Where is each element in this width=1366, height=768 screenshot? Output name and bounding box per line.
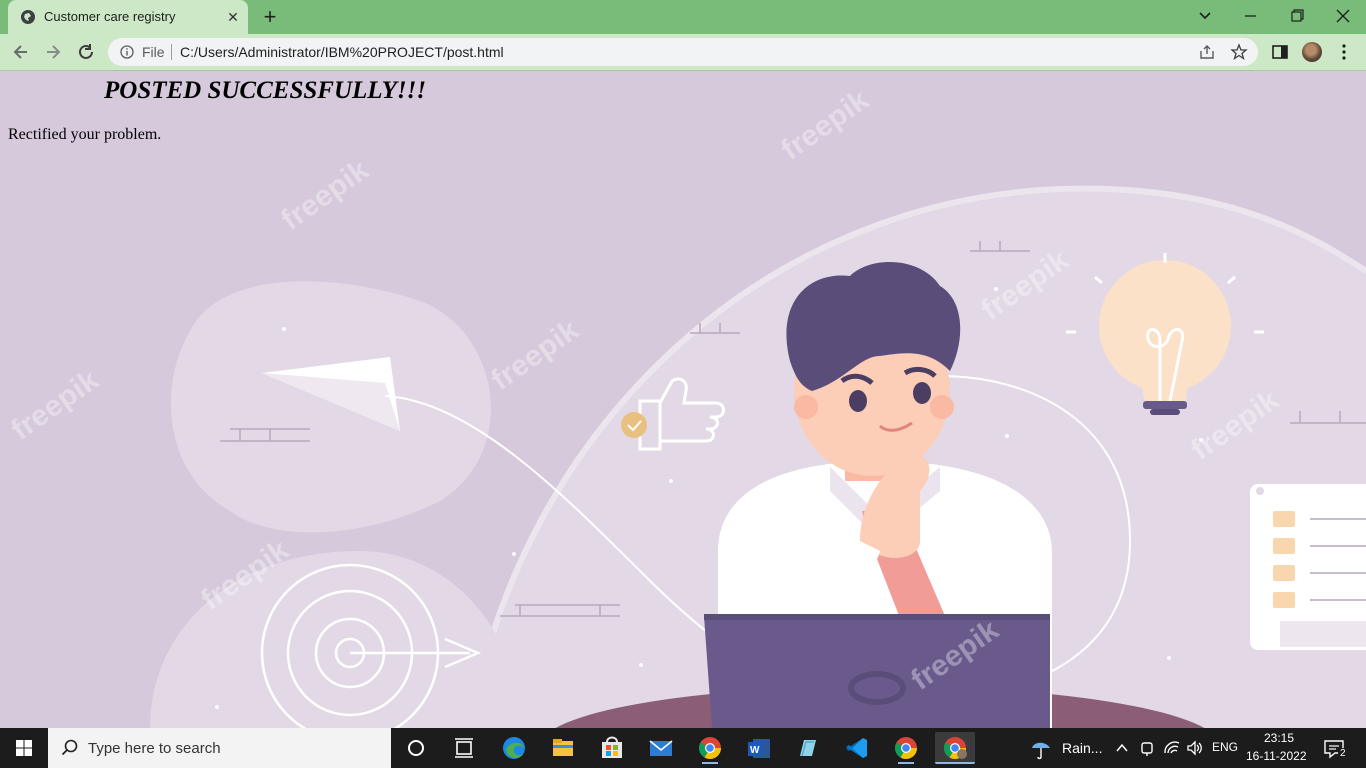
globe-icon — [21, 10, 35, 24]
tab-search-icon[interactable] — [1193, 6, 1217, 26]
chrome-profile-icon[interactable] — [935, 732, 975, 764]
back-arrow-icon[interactable] — [10, 41, 32, 63]
reload-icon[interactable] — [75, 41, 97, 63]
address-separator — [171, 44, 172, 60]
volume-icon[interactable] — [1186, 739, 1204, 757]
close-tab-icon[interactable]: ✕ — [224, 8, 242, 26]
taskbar-search[interactable]: Type here to search — [48, 728, 391, 768]
minimize-icon[interactable] — [1239, 6, 1263, 26]
chrome-icon[interactable] — [886, 732, 926, 764]
windows-start-icon[interactable] — [0, 728, 48, 768]
svg-text:W: W — [750, 745, 760, 756]
search-icon — [61, 739, 78, 756]
profile-avatar[interactable] — [1302, 42, 1322, 62]
address-url[interactable]: C:/Users/Administrator/IBM%20PROJECT/pos… — [180, 44, 504, 60]
vscode-icon[interactable] — [837, 732, 877, 764]
page-heading: POSTED SUCCESSFULLY!!! — [104, 77, 427, 104]
rain-weather-icon[interactable] — [1030, 738, 1054, 760]
clock-time[interactable]: 23:15 — [1264, 731, 1294, 745]
new-tab-icon[interactable]: + — [258, 6, 282, 30]
mail-icon[interactable] — [641, 732, 681, 764]
edge-icon[interactable] — [494, 732, 534, 764]
status-message: Rectified your problem. — [8, 126, 162, 143]
language-indicator[interactable]: ENG — [1212, 740, 1238, 754]
tab-active[interactable]: Customer care registry ✕ — [8, 0, 248, 34]
clock-date[interactable]: 16-11-2022 — [1246, 749, 1307, 763]
share-icon[interactable] — [1198, 43, 1216, 61]
chrome-icon[interactable] — [690, 732, 730, 764]
close-window-icon[interactable] — [1331, 6, 1355, 26]
page-viewport: freepik freepik freepik freepik freepik … — [0, 71, 1366, 728]
search-placeholder: Type here to search — [88, 740, 221, 757]
more-menu-icon[interactable] — [1334, 42, 1354, 62]
task-view-icon[interactable] — [444, 732, 484, 764]
word-icon[interactable]: W — [739, 732, 779, 764]
address-bar[interactable]: File C:/Users/Administrator/IBM%20PROJEC… — [108, 38, 1258, 66]
notification-count: 2 — [1338, 748, 1348, 759]
file-explorer-icon[interactable] — [543, 732, 583, 764]
side-panel-icon[interactable] — [1270, 42, 1290, 62]
tab-strip: Customer care registry ✕ + — [0, 0, 1366, 34]
meet-now-icon[interactable] — [1139, 739, 1155, 757]
microsoft-store-icon[interactable] — [592, 732, 632, 764]
watermark-text: freepik — [5, 363, 105, 447]
bookmark-star-icon[interactable] — [1230, 43, 1248, 61]
restore-icon[interactable] — [1285, 6, 1309, 26]
watermark-text: freepik — [275, 153, 375, 237]
cortana-icon[interactable] — [396, 732, 436, 764]
scheme-label: File — [142, 44, 165, 60]
windows-taskbar: Type here to search W Rain... ENG 23:15 … — [0, 728, 1366, 768]
notepad-icon[interactable] — [788, 732, 828, 764]
browser-window: Customer care registry ✕ + File C:/Users… — [0, 0, 1366, 768]
info-icon[interactable] — [120, 45, 134, 59]
browser-toolbar: File C:/Users/Administrator/IBM%20PROJEC… — [0, 34, 1366, 71]
chevron-up-icon[interactable] — [1114, 740, 1130, 756]
wifi-icon[interactable] — [1163, 739, 1181, 757]
watermark-text: freepik — [775, 83, 875, 167]
weather-text[interactable]: Rain... — [1062, 740, 1102, 756]
tab-title: Customer care registry — [44, 9, 176, 24]
background-illustration: freepik freepik freepik freepik freepik … — [5, 83, 1366, 728]
forward-arrow-icon[interactable] — [42, 41, 64, 63]
watermark-text: freepik — [485, 313, 585, 397]
